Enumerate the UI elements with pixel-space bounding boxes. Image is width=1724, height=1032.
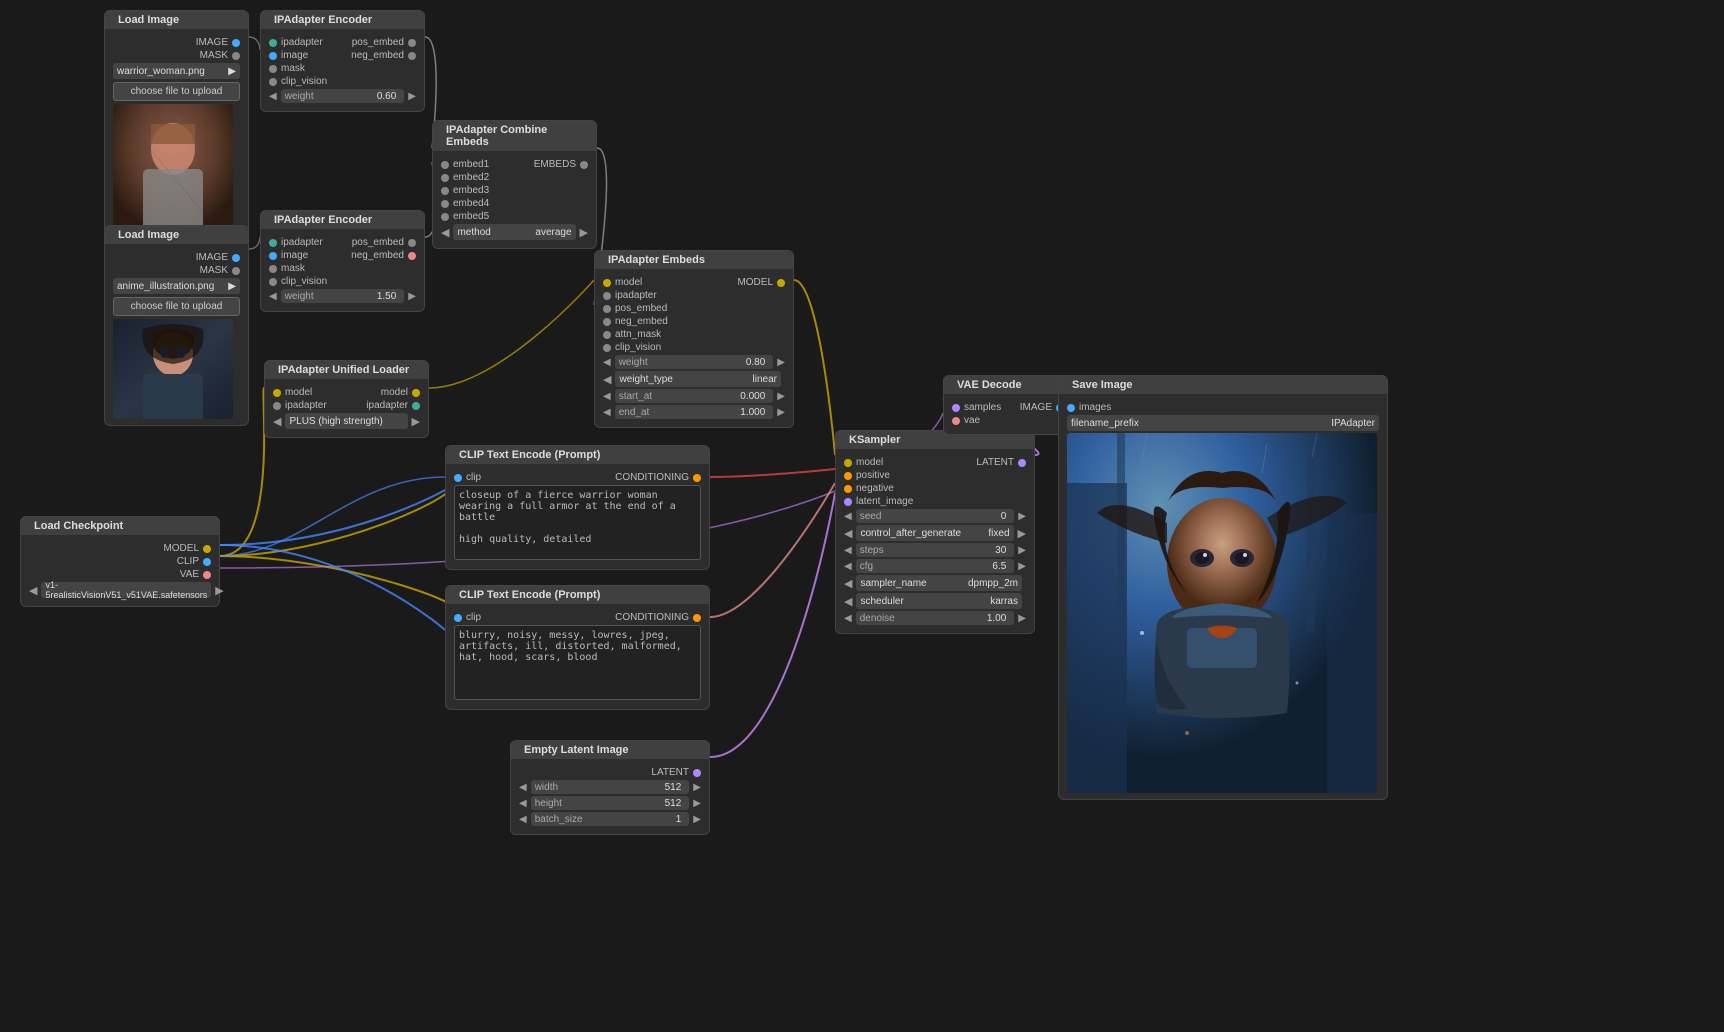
ipadapter-encoder-2-body: ipadapter pos_embed image neg_embed — [261, 229, 424, 311]
load-image-2-header: Load Image — [105, 226, 248, 244]
clip-encode-1-node: CLIP Text Encode (Prompt) clip CONDITION… — [445, 445, 710, 570]
ipadapter-embeds-body: model MODEL ipadapter pos_embed — [595, 269, 793, 427]
ipadapter-embeds-node: IPAdapter Embeds model MODEL ipadapter — [594, 250, 794, 428]
ipadapter-combine-body: embed1 EMBEDS embed2 embed3 — [433, 151, 596, 248]
load-image-1-mask-port: MASK — [113, 50, 240, 61]
clip-encode-2-text[interactable]: blurry, noisy, messy, lowres, jpeg, arti… — [454, 625, 701, 700]
vae-decode-node: VAE Decode samples IMAGE vae — [943, 375, 1073, 435]
unified-preset-combo[interactable]: PLUS (high strength) — [285, 413, 407, 429]
load-image-1-filename[interactable]: warrior_woman.png ▶ — [113, 63, 240, 79]
load-image-1-header: Load Image — [105, 11, 248, 29]
vae-decode-title: VAE Decode — [957, 379, 1022, 391]
save-image-header: Save Image — [1059, 376, 1387, 394]
clip-encode-2-title: CLIP Text Encode (Prompt) — [459, 589, 600, 601]
ipadapter-combine-title: IPAdapter Combine Embeds — [446, 124, 588, 148]
ksampler-body: model LATENT positive negative — [836, 449, 1034, 633]
ksampler-title: KSampler — [849, 434, 900, 446]
ipadapter-unified-node: IPAdapter Unified Loader model model ipa… — [264, 360, 429, 438]
ipadapter-encoder-2-title: IPAdapter Encoder — [274, 214, 372, 226]
node-canvas: Load Image IMAGE MASK warrior_woman.png — [0, 0, 1724, 1032]
clip-encode-1-text[interactable]: closeup of a fierce warrior woman wearin… — [454, 485, 701, 560]
load-checkpoint-node: Load Checkpoint MODEL CLIP VAE — [20, 516, 220, 607]
ipadapter-encoder-2-header: IPAdapter Encoder — [261, 211, 424, 229]
ipadapter-unified-header: IPAdapter Unified Loader — [265, 361, 428, 379]
load-image-2-filename[interactable]: anime_illustration.png ▶ — [113, 278, 240, 294]
checkpoint-name-combo[interactable]: v1-5realisticVisionV51_v51VAE.safetensor… — [41, 582, 211, 598]
clip-encode-2-node: CLIP Text Encode (Prompt) clip CONDITION… — [445, 585, 710, 710]
sampler-name-combo[interactable]: sampler_name dpmpp_2m — [856, 575, 1022, 591]
empty-latent-body: LATENT ◀ width 512 ▶ ◀ height 512 ▶ — [511, 759, 709, 834]
load-image-1-image-out: IMAGE — [196, 37, 240, 48]
ipadapter-encoder-1-node: IPAdapter Encoder ipadapter pos_embed im… — [260, 10, 425, 112]
ipadapter-embeds-header: IPAdapter Embeds — [595, 251, 793, 269]
ipadapter-encoder-2-node: IPAdapter Encoder ipadapter pos_embed im… — [260, 210, 425, 312]
load-image-2-node: Load Image IMAGE MASK anime_illustration — [104, 225, 249, 426]
save-image-node: Save Image images filename_prefix IPAdap… — [1058, 375, 1388, 800]
load-image-1-filename-row: warrior_woman.png ▶ — [113, 63, 240, 79]
ksampler-node: KSampler model LATENT positive — [835, 430, 1035, 634]
save-image-body: images filename_prefix IPAdapter — [1059, 394, 1387, 799]
load-checkpoint-title: Load Checkpoint — [34, 520, 123, 532]
empty-latent-node: Empty Latent Image LATENT ◀ width 512 ▶ … — [510, 740, 710, 835]
load-image-2-body: IMAGE MASK anime_illustration.png ▶ choo… — [105, 244, 248, 425]
combine-method[interactable]: method average — [453, 224, 575, 240]
clip-encode-1-title: CLIP Text Encode (Prompt) — [459, 449, 600, 461]
empty-latent-title: Empty Latent Image — [524, 744, 629, 756]
load-image-1-upload-btn[interactable]: choose file to upload — [113, 82, 240, 101]
ipadapter-encoder-1-body: ipadapter pos_embed image neg_embed — [261, 29, 424, 111]
clip-encode-2-body: clip CONDITIONING blurry, noisy, messy, … — [446, 604, 709, 709]
ipadapter-combine-node: IPAdapter Combine Embeds embed1 EMBEDS e… — [432, 120, 597, 249]
load-image-2-title: Load Image — [118, 229, 179, 241]
save-image-preview — [1067, 433, 1377, 793]
load-image-2-preview — [113, 319, 233, 419]
load-image-1-node: Load Image IMAGE MASK warrior_woman.png — [104, 10, 249, 256]
load-image-2-upload-btn[interactable]: choose file to upload — [113, 297, 240, 316]
weight-type-combo[interactable]: weight_type linear — [615, 371, 781, 387]
load-image-1-body: IMAGE MASK warrior_woman.png ▶ choose fi… — [105, 29, 248, 255]
load-checkpoint-body: MODEL CLIP VAE ◀ — [21, 535, 219, 606]
ipadapter-unified-title: IPAdapter Unified Loader — [278, 364, 409, 376]
filename-prefix-field[interactable]: filename_prefix IPAdapter — [1067, 415, 1379, 431]
ipadapter-unified-body: model model ipadapter ipadapter ◀ — [265, 379, 428, 437]
load-image-1-ports: IMAGE — [113, 37, 240, 48]
load-image-1-title: Load Image — [118, 14, 179, 26]
ipadapter-embeds-title: IPAdapter Embeds — [608, 254, 705, 266]
clip-encode-1-body: clip CONDITIONING closeup of a fierce wa… — [446, 464, 709, 569]
ipadapter-encoder-1-header: IPAdapter Encoder — [261, 11, 424, 29]
ipadapter-encoder-1-title: IPAdapter Encoder — [274, 14, 372, 26]
empty-latent-header: Empty Latent Image — [511, 741, 709, 759]
scheduler-combo[interactable]: scheduler karras — [856, 593, 1022, 609]
clip-encode-2-header: CLIP Text Encode (Prompt) — [446, 586, 709, 604]
vae-decode-body: samples IMAGE vae — [944, 394, 1072, 434]
control-after-combo[interactable]: control_after_generate fixed — [856, 525, 1013, 541]
clip-encode-1-header: CLIP Text Encode (Prompt) — [446, 446, 709, 464]
ipadapter-combine-header: IPAdapter Combine Embeds — [433, 121, 596, 151]
load-checkpoint-header: Load Checkpoint — [21, 517, 219, 535]
save-image-title: Save Image — [1072, 379, 1133, 391]
vae-decode-header: VAE Decode — [944, 376, 1072, 394]
